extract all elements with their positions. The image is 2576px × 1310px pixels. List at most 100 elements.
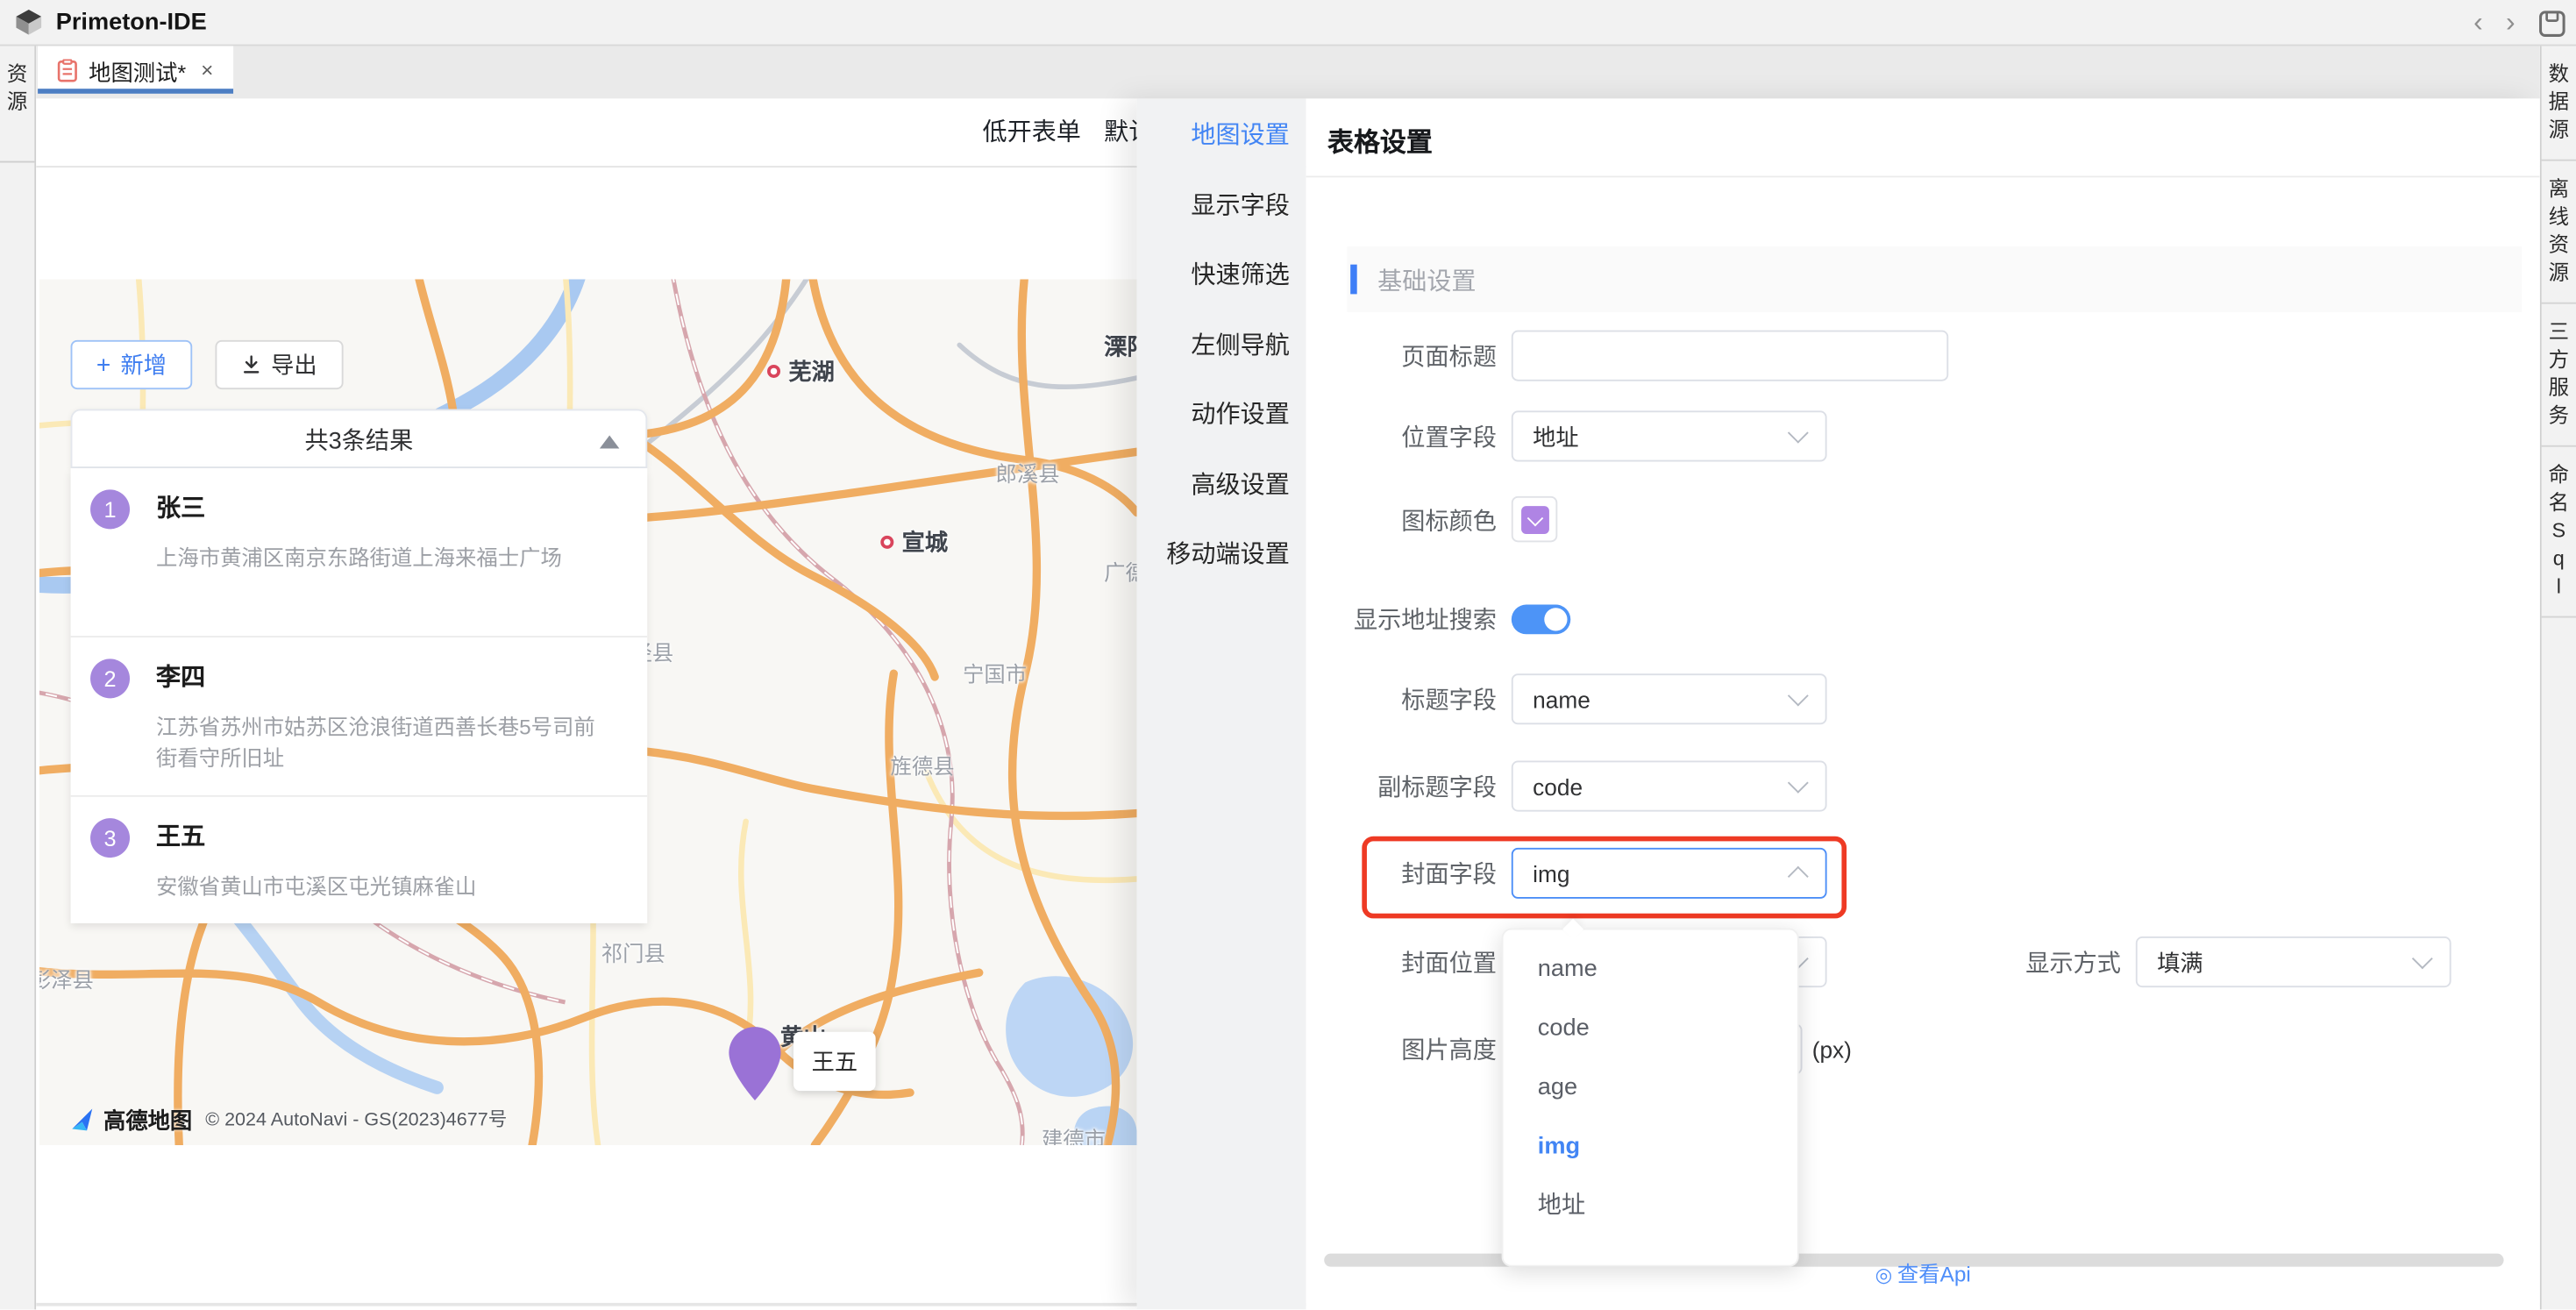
- chevron-down-icon: [1788, 772, 1809, 794]
- settings-nav-item-4[interactable]: 动作设置: [1137, 381, 1306, 452]
- export-button-label: 导出: [271, 348, 317, 381]
- save-icon[interactable]: [2538, 9, 2566, 37]
- map-attribution: 高德地图 © 2024 AutoNavi - GS(2023)4677号: [69, 1102, 508, 1135]
- title-field-label: 标题字段: [1306, 682, 1497, 716]
- dropdown-option-age[interactable]: age: [1503, 1058, 1797, 1117]
- settings-nav-item-2[interactable]: 快速筛选: [1137, 241, 1306, 311]
- settings-drawer: 地图设置显示字段快速筛选左侧导航动作设置高级设置移动端设置 表格设置 基础设置 …: [1137, 98, 2540, 1309]
- map-label-郎溪县: 郎溪县: [995, 457, 1059, 488]
- cover-field-select[interactable]: img: [1512, 848, 1827, 899]
- sidebar-item-3[interactable]: 命名Sql: [2542, 447, 2576, 618]
- main-area: 地图测试* × 低开表单 默认: [36, 46, 2540, 1309]
- tab-bar: 地图测试* ×: [36, 46, 2540, 98]
- nav-forward-icon[interactable]: ›: [2506, 0, 2516, 46]
- file-icon: [58, 59, 77, 82]
- amap-logo-text: 高德地图: [103, 1102, 192, 1135]
- section-label: 基础设置: [1377, 262, 1476, 296]
- location-field-select[interactable]: 地址: [1512, 410, 1827, 461]
- titlebar: Primeton-IDE ‹ ›: [0, 0, 2576, 46]
- icon-color-label: 图标颜色: [1306, 502, 1497, 536]
- map-marker-pin[interactable]: [726, 1025, 784, 1102]
- add-button[interactable]: + 新增: [71, 340, 193, 389]
- section-accent-bar: [1350, 265, 1356, 295]
- result-name: 张三: [156, 489, 603, 529]
- dropdown-arrow: [1562, 919, 1583, 940]
- dropdown-option-地址[interactable]: 地址: [1503, 1177, 1797, 1235]
- display-mode-select[interactable]: 填满: [2136, 936, 2451, 987]
- address-search-toggle[interactable]: [1512, 604, 1570, 634]
- right-sidebar: 数据源离线资源三方服务命名Sql: [2540, 46, 2576, 1309]
- settings-nav-item-6[interactable]: 移动端设置: [1137, 521, 1306, 591]
- active-tab-underline: [38, 89, 233, 94]
- settings-title: 表格设置: [1327, 120, 1433, 160]
- tab-label: 地图测试*: [89, 53, 186, 86]
- map-label-旌德县: 旌德县: [891, 749, 955, 780]
- sidebar-item-0[interactable]: 数据源: [2542, 46, 2576, 160]
- cover-position-label: 封面位置: [1306, 944, 1497, 979]
- close-icon[interactable]: ×: [201, 58, 213, 82]
- map-label-宣城: 宣城: [880, 526, 948, 559]
- dropdown-option-code[interactable]: code: [1503, 999, 1797, 1057]
- map-label-建德市: 建德市: [1042, 1122, 1106, 1145]
- result-address: 江苏省苏州市姑苏区沧浪街道西善长巷5号司前街看守所旧址: [156, 711, 603, 773]
- result-index-badge: 1: [90, 489, 130, 529]
- result-address: 上海市黄浦区南京东路街道上海来福士广场: [156, 542, 603, 573]
- settings-nav-item-1[interactable]: 显示字段: [1137, 172, 1306, 242]
- icon-color-picker[interactable]: [1512, 496, 1557, 542]
- nav-back-icon[interactable]: ‹: [2473, 0, 2483, 46]
- subtitle-field-select[interactable]: code: [1512, 761, 1827, 812]
- chevron-up-icon: [1788, 866, 1809, 887]
- title-field-select[interactable]: name: [1512, 673, 1827, 724]
- toolbar-item-lowcode-form[interactable]: 低开表单: [982, 98, 1080, 167]
- settings-nav: 地图设置显示字段快速筛选左侧导航动作设置高级设置移动端设置: [1137, 98, 1306, 1309]
- sidebar-item-2[interactable]: 三方服务: [2542, 304, 2576, 447]
- settings-nav-item-5[interactable]: 高级设置: [1137, 451, 1306, 521]
- tab-map-test[interactable]: 地图测试* ×: [38, 46, 233, 93]
- location-field-label: 位置字段: [1306, 419, 1497, 453]
- toggle-knob: [1544, 607, 1567, 630]
- page-title-label: 页面标题: [1306, 338, 1497, 373]
- result-index-badge: 2: [90, 659, 130, 698]
- map-label-广德市: 广德市: [1104, 555, 1136, 587]
- plus-icon: +: [96, 351, 110, 379]
- cover-field-label: 封面字段: [1306, 856, 1497, 890]
- display-mode-label: 显示方式: [1931, 944, 2121, 979]
- sidebar-item-resources[interactable]: 资源: [0, 46, 34, 131]
- map-label-溧阳: 溧阳: [1104, 331, 1136, 363]
- settings-nav-item-3[interactable]: 左侧导航: [1137, 311, 1306, 381]
- result-item[interactable]: 2 李四江苏省苏州市姑苏区沧浪街道西善长巷5号司前街看守所旧址: [71, 636, 648, 795]
- dropdown-option-img[interactable]: img: [1503, 1117, 1797, 1176]
- results-list: 1 张三上海市黄浦区南京东路街道上海来福士广场 2 李四江苏省苏州市姑苏区沧浪街道西善…: [71, 468, 648, 923]
- divider: [0, 161, 34, 163]
- app-logo-icon: [15, 8, 43, 36]
- result-item[interactable]: 1 张三上海市黄浦区南京东路街道上海来福士广场: [71, 468, 648, 636]
- map-marker-label[interactable]: 王五: [793, 1032, 876, 1091]
- city-dot: [767, 365, 780, 378]
- result-index-badge: 3: [90, 818, 130, 858]
- cover-field-dropdown: namecodeageimg地址: [1502, 929, 1799, 1267]
- results-header[interactable]: 共3条结果: [71, 409, 648, 468]
- map-label-祁门县: 祁门县: [601, 936, 665, 968]
- section-basic-settings: 基础设置: [1347, 246, 2522, 312]
- dropdown-option-name[interactable]: name: [1503, 940, 1797, 999]
- app-title: Primeton-IDE: [56, 9, 207, 35]
- view-api-link[interactable]: ◎查看Api: [1306, 1257, 2540, 1288]
- page-title-input[interactable]: [1512, 331, 1948, 381]
- sidebar-item-1[interactable]: 离线资源: [2542, 161, 2576, 304]
- settings-nav-item-0[interactable]: 地图设置: [1137, 102, 1306, 172]
- image-height-label: 图片高度: [1306, 1032, 1497, 1066]
- chevron-down-icon: [1526, 509, 1543, 526]
- chevron-down-icon: [1788, 686, 1809, 707]
- city-dot: [880, 536, 893, 549]
- export-button[interactable]: 导出: [215, 340, 343, 389]
- chevron-down-icon: [2412, 948, 2433, 969]
- address-search-label: 显示地址搜索: [1306, 602, 1497, 636]
- map-label-宁国市: 宁国市: [963, 657, 1027, 688]
- chevron-down-icon: [1788, 423, 1809, 444]
- add-button-label: 新增: [120, 348, 166, 381]
- map-label-彭泽县: 彭泽县: [39, 963, 94, 994]
- settings-content: 表格设置 基础设置 页面标题 位置字段: [1306, 98, 2540, 1309]
- map-copyright: © 2024 AutoNavi - GS(2023)4677号: [205, 1106, 507, 1132]
- result-item[interactable]: 3王五安徽省黄山市屯溪区屯光镇麻雀山: [71, 795, 648, 923]
- result-name: 李四: [156, 659, 603, 698]
